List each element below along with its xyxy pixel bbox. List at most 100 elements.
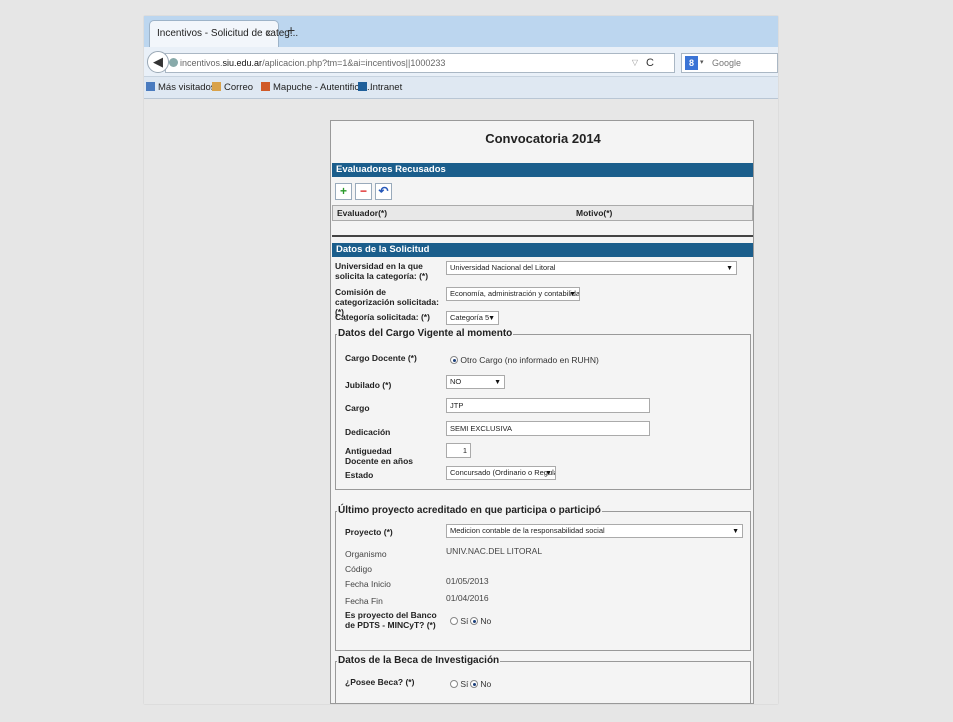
search-placeholder: Google: [712, 58, 742, 68]
beca-legend: Datos de la Beca de Investigación: [337, 655, 501, 667]
page-title: Convocatoria 2014: [485, 131, 601, 146]
cargo-legend: Datos del Cargo Vigente al momento: [337, 328, 514, 340]
undo-icon[interactable]: ↶: [375, 183, 392, 200]
fecha-inicio-label: Fecha Inicio: [345, 579, 391, 589]
site-identity-icon[interactable]: [169, 58, 178, 67]
back-button[interactable]: ◀: [147, 51, 169, 73]
estado-label: Estado: [345, 470, 374, 480]
dedicacion-input[interactable]: SEMI EXCLUSIVA: [446, 421, 650, 436]
url-prefix: incentivos.: [180, 58, 223, 68]
google-logo-icon: 8: [685, 56, 698, 70]
url-path: /aplicacion.php?tm=1&ai=incentivos||1000…: [262, 58, 446, 68]
bookmark-intranet[interactable]: Intranet: [358, 77, 402, 99]
otro-cargo-radio[interactable]: Otro Cargo (no informado en RUHN): [450, 355, 599, 365]
proyecto-select[interactable]: Medicion contable de la responsabilidad …: [446, 524, 743, 538]
evaluadores-grid-header: Evaluador(*) Motivo(*): [332, 205, 753, 221]
navigation-bar: incentivos.siu.edu.ar/aplicacion.php?tm=…: [144, 47, 778, 77]
close-tab-icon[interactable]: x: [266, 21, 271, 47]
radio-selected-icon: [450, 356, 458, 364]
mail-icon: [212, 82, 221, 91]
back-arrow-icon: ◀: [153, 54, 163, 69]
cargo-label: Cargo: [345, 403, 370, 413]
bookmark-mas-visitados[interactable]: Más visitados: [146, 77, 216, 99]
radio-empty-icon: [450, 680, 458, 688]
bookmark-label: Más visitados: [158, 82, 216, 93]
pdts-si-radio[interactable]: Sí: [450, 616, 468, 626]
add-icon[interactable]: +: [335, 183, 352, 200]
jubilado-value: NO: [450, 377, 462, 386]
otro-cargo-label: Otro Cargo (no informado en RUHN): [460, 355, 599, 365]
estado-value: Concursado (Ordinario o Regular): [450, 468, 556, 477]
estado-select[interactable]: Concursado (Ordinario o Regular) ▼: [446, 466, 556, 480]
categoria-label: Categoría solicitada: (*): [335, 312, 430, 322]
bookmark-icon: [146, 82, 155, 91]
page-content: Convocatoria 2014 Evaluadores Recusados …: [144, 99, 778, 704]
pdts-no-radio[interactable]: No: [470, 616, 491, 626]
tab-title: Incentivos - Solicitud de categ...: [157, 28, 299, 39]
antiguedad-input[interactable]: 1: [446, 443, 471, 458]
proyecto-legend: Último proyecto acreditado en que partic…: [337, 505, 602, 517]
col-evaluador: Evaluador(*): [337, 208, 388, 218]
posee-beca-label: ¿Posee Beca? (*): [345, 677, 415, 687]
chevron-down-icon: ▼: [488, 315, 495, 322]
url-domain: siu.edu.ar: [222, 58, 263, 68]
radio-empty-icon: [450, 617, 458, 625]
beca-si-radio[interactable]: Sí: [450, 679, 468, 689]
evaluadores-header: Evaluadores Recusados: [332, 163, 753, 177]
fecha-inicio-value: 01/05/2013: [446, 576, 489, 586]
dedicacion-label: Dedicación: [345, 427, 391, 437]
universidad-value: Universidad Nacional del Litoral: [450, 263, 556, 272]
solicitud-header: Datos de la Solicitud: [332, 243, 753, 257]
new-tab-button[interactable]: +: [287, 22, 295, 38]
antiguedad-label: Antiguedad Docente en años: [345, 446, 414, 466]
bookmarks-toolbar: Más visitados Correo Mapuche - Autentifi…: [144, 77, 778, 99]
cargo-docente-label: Cargo Docente (*): [345, 353, 417, 363]
bookmark-correo[interactable]: Correo: [212, 77, 253, 99]
chevron-down-icon: ▼: [545, 470, 552, 477]
form-panel: Convocatoria 2014 Evaluadores Recusados …: [330, 120, 754, 704]
beca-si-label: Sí: [460, 679, 469, 689]
beca-no-radio[interactable]: No: [470, 679, 491, 689]
fecha-fin-value: 01/04/2016: [446, 593, 489, 603]
pdts-label: Es proyecto del Banco de PDTS - MINCyT? …: [345, 610, 437, 630]
fecha-fin-label: Fecha Fin: [345, 596, 383, 606]
search-box[interactable]: 8 ▾ Google: [681, 53, 778, 73]
section-divider: [332, 235, 753, 237]
comision-value: Economía, administración y contabilidad: [450, 289, 580, 298]
universidad-select[interactable]: Universidad Nacional del Litoral ▼: [446, 261, 737, 275]
intranet-icon: [358, 82, 367, 91]
col-motivo: Motivo(*): [576, 208, 613, 218]
search-engine-dropdown-icon[interactable]: ▾: [700, 54, 704, 72]
siu-icon: [261, 82, 270, 91]
organismo-value: UNIV.NAC.DEL LITORAL: [446, 546, 543, 556]
codigo-label: Código: [345, 564, 372, 574]
chevron-down-icon: ▼: [569, 291, 576, 298]
proyecto-label: Proyecto (*): [345, 527, 393, 537]
bookmark-label: Correo: [224, 82, 254, 93]
cargo-input[interactable]: JTP: [446, 398, 650, 413]
proyecto-value: Medicion contable de la responsabilidad …: [450, 526, 605, 535]
jubilado-select[interactable]: NO ▼: [446, 375, 505, 389]
beca-no-label: No: [480, 679, 492, 689]
categoria-value: Categoría 5: [450, 313, 490, 322]
tab-strip: Incentivos - Solicitud de categ... x +: [144, 16, 778, 47]
pdts-no-label: No: [480, 616, 492, 626]
chevron-down-icon: ▼: [726, 265, 733, 272]
browser-window: Incentivos - Solicitud de categ... x + i…: [144, 16, 778, 704]
jubilado-label: Jubilado (*): [345, 380, 392, 390]
bookmark-mapuche[interactable]: Mapuche - Autentifica...: [261, 77, 372, 99]
history-dropdown-icon[interactable]: ▽: [632, 54, 638, 72]
categoria-select[interactable]: Categoría 5 ▼: [446, 311, 499, 325]
chevron-down-icon: ▼: [732, 528, 739, 535]
address-bar[interactable]: incentivos.siu.edu.ar/aplicacion.php?tm=…: [165, 53, 675, 73]
reload-icon[interactable]: C: [646, 54, 654, 72]
bookmark-label: Intranet: [370, 82, 403, 93]
comision-select[interactable]: Economía, administración y contabilidad …: [446, 287, 580, 301]
universidad-label: Universidad en la que solicita la catego…: [335, 261, 429, 281]
browser-tab[interactable]: Incentivos - Solicitud de categ... x: [149, 20, 298, 47]
chevron-down-icon: ▼: [494, 379, 501, 386]
pdts-si-label: Sí: [460, 616, 469, 626]
radio-selected-icon: [470, 617, 478, 625]
radio-selected-icon: [470, 680, 478, 688]
remove-icon[interactable]: −: [355, 183, 372, 200]
